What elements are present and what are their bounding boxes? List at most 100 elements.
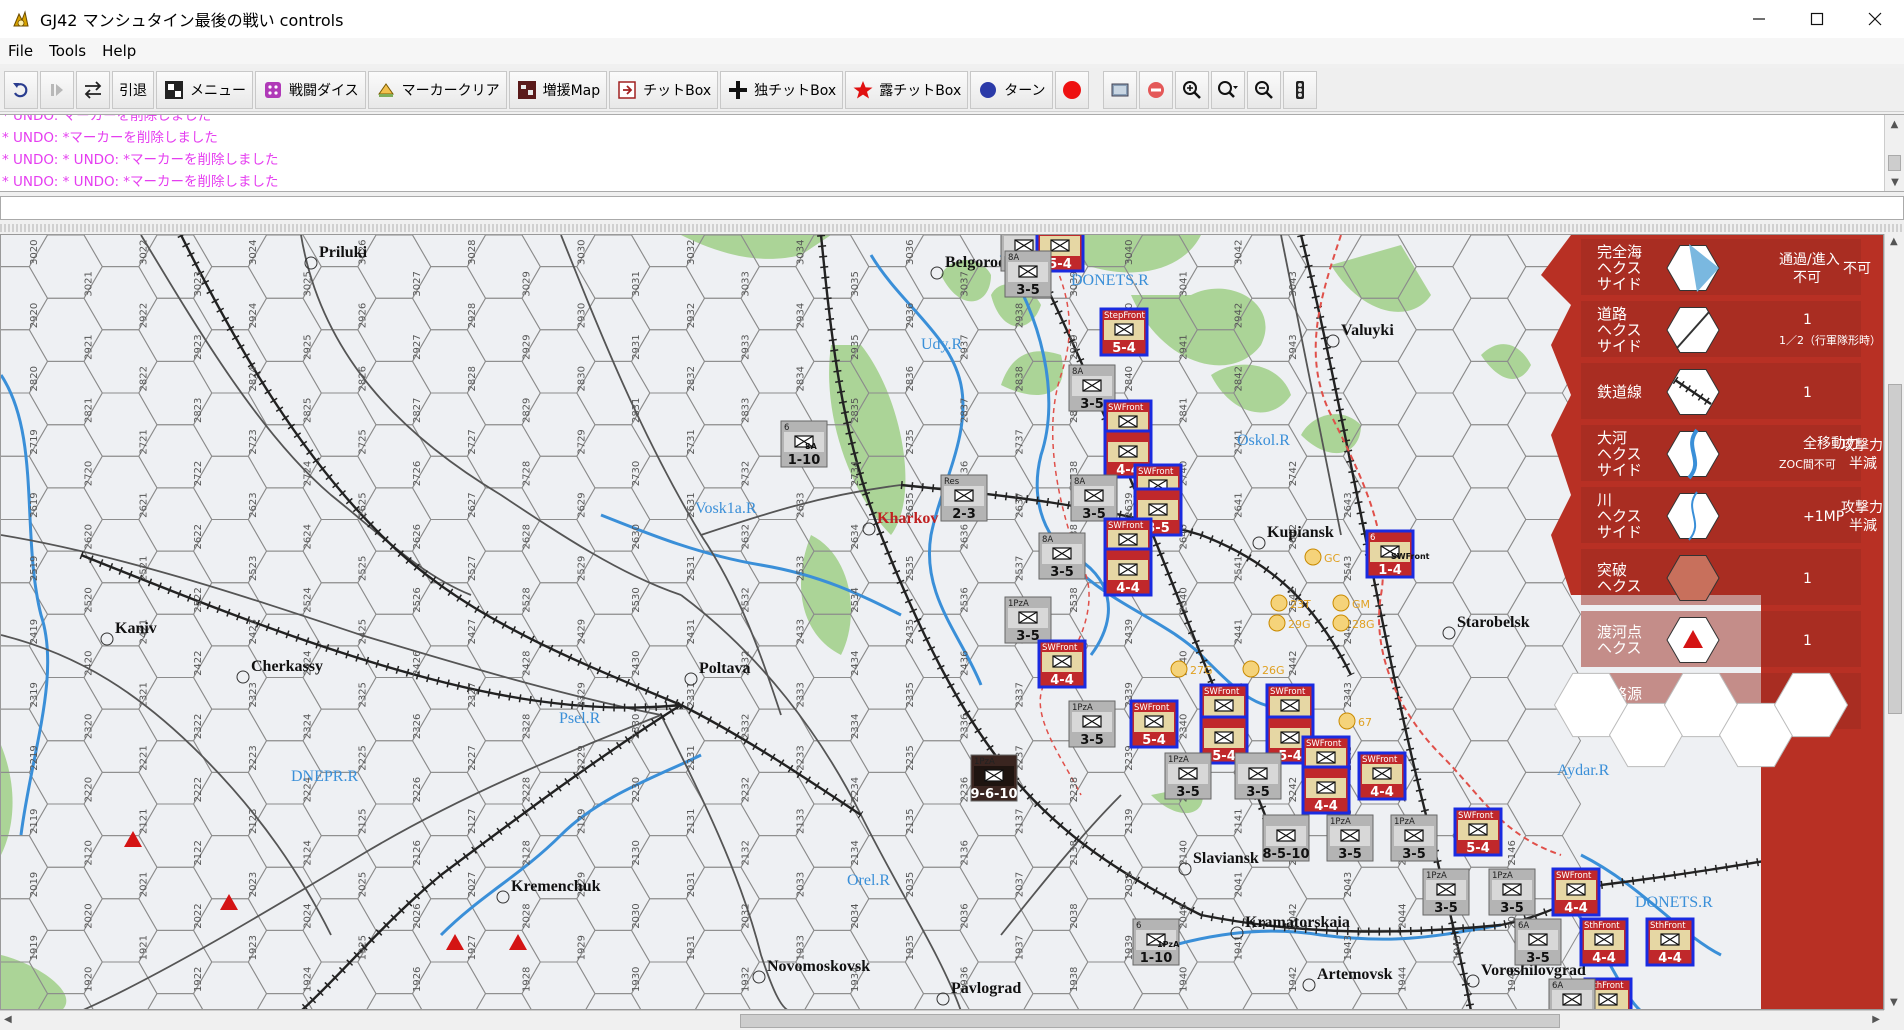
menu-button[interactable]: メニュー bbox=[156, 70, 253, 109]
chit-box-button[interactable]: チットBox bbox=[609, 70, 719, 109]
hex-number: 2120 bbox=[84, 840, 95, 865]
unit-header: SthFront bbox=[1650, 921, 1686, 931]
chat-line: * UNDO: * UNDO: *マーカーを削除しました bbox=[2, 174, 279, 190]
unit-counter[interactable]: Res 2-3 bbox=[940, 474, 988, 522]
unit-counter[interactable]: 4-4 bbox=[1103, 547, 1153, 597]
unit-counter[interactable]: SWFront 4-4 bbox=[1037, 639, 1087, 689]
unit-counter[interactable]: 1PzA 3-5 bbox=[1390, 814, 1438, 862]
unit-counter[interactable]: 1PzA 3-5 bbox=[1068, 700, 1116, 748]
combat-dice-button[interactable]: 戦闘ダイス bbox=[255, 70, 366, 109]
image-button[interactable] bbox=[1102, 70, 1137, 109]
scroll-down-icon[interactable]: ▼ bbox=[1885, 173, 1904, 191]
unit-strength: 4-4 bbox=[1050, 673, 1074, 688]
unit-counter[interactable]: 4-4 bbox=[1301, 765, 1351, 815]
game-map[interactable]: 3020 3021 3022 3023 3024 3025 3026 3027 3028 3029… bbox=[0, 234, 1884, 1010]
sov-chit-box-button[interactable]: 露チットBox bbox=[845, 70, 969, 109]
combat-marker[interactable] bbox=[1332, 594, 1350, 612]
unit-counter[interactable]: 1PzA 9-6-10 bbox=[970, 754, 1018, 802]
scroll-up-icon[interactable]: ▲ bbox=[1890, 236, 1898, 247]
close-button[interactable] bbox=[1846, 0, 1904, 38]
hex-map[interactable]: 3020302130223023302430253026302730283029… bbox=[1, 235, 1884, 1010]
combat-marker[interactable] bbox=[1338, 712, 1356, 730]
combat-marker[interactable] bbox=[1332, 614, 1350, 632]
hex-number: 2833 bbox=[741, 398, 752, 423]
unit-counter[interactable]: 6A 3-5 bbox=[1514, 918, 1562, 966]
stop-button[interactable] bbox=[1138, 70, 1173, 109]
unit-counter[interactable]: 1PzA 3-5 bbox=[1488, 868, 1536, 916]
unit-counter[interactable]: 6 1PzA 1-10 bbox=[1132, 918, 1180, 966]
menu-tools[interactable]: Tools bbox=[41, 42, 94, 60]
turn-button[interactable]: ターン bbox=[970, 70, 1053, 109]
swap-arrows-icon bbox=[82, 79, 104, 101]
unit-counter[interactable]: SWFront 4-4 bbox=[1357, 751, 1407, 801]
map-hscroll-thumb[interactable] bbox=[740, 1014, 1560, 1028]
zoom-select-button[interactable] bbox=[1210, 70, 1245, 109]
record-button[interactable] bbox=[1054, 70, 1089, 109]
minimize-button[interactable] bbox=[1730, 0, 1788, 38]
scroll-left-icon[interactable]: ◀ bbox=[4, 1014, 12, 1025]
hex-number: 2527 bbox=[467, 556, 478, 581]
unit-header: 1PzA bbox=[974, 757, 995, 767]
unit-header: 1PzA bbox=[1168, 755, 1189, 765]
chat-input[interactable] bbox=[0, 196, 1904, 220]
unit-counter[interactable]: 3-5 bbox=[1234, 752, 1282, 800]
unit-strength: 5-4 bbox=[1466, 841, 1490, 856]
maximize-button[interactable] bbox=[1788, 0, 1846, 38]
unit-counter[interactable]: 1PzA 3-5 bbox=[1164, 752, 1212, 800]
city-label: Belgorod bbox=[945, 254, 1007, 271]
hex-number: 2927 bbox=[412, 334, 423, 359]
map-vscroll-thumb[interactable] bbox=[1888, 384, 1902, 714]
hex-number: 2838 bbox=[1015, 366, 1026, 391]
unit-counter[interactable]: SthFront 4-4 bbox=[1579, 917, 1629, 967]
map-horizontal-scrollbar[interactable]: ◀ ▶ bbox=[0, 1010, 1884, 1030]
combat-marker[interactable] bbox=[1270, 594, 1288, 612]
unit-counter[interactable]: 1PzA 3-5 bbox=[1422, 868, 1470, 916]
unit-counter[interactable]: StepFront 5-4 bbox=[1099, 307, 1149, 357]
city-label: Kremenchuk bbox=[511, 878, 601, 895]
unit-strength: 3-5 bbox=[1246, 785, 1270, 800]
hex-number: 1943 bbox=[1343, 935, 1354, 960]
combat-marker[interactable] bbox=[1242, 660, 1260, 678]
combat-marker[interactable] bbox=[1268, 614, 1286, 632]
unit-strength: 3-5 bbox=[1080, 733, 1104, 748]
hex-number: 2038 bbox=[1069, 903, 1080, 928]
ger-chit-box-button[interactable]: 独チットBox bbox=[720, 70, 844, 109]
pane-splitter[interactable] bbox=[0, 224, 1904, 232]
scroll-up-icon[interactable]: ▲ bbox=[1885, 115, 1904, 133]
hex-number: 2932 bbox=[686, 303, 697, 328]
scroll-down-icon[interactable]: ▼ bbox=[1890, 997, 1898, 1008]
retreat-button[interactable]: 引退 bbox=[112, 70, 154, 109]
undo-button[interactable] bbox=[4, 70, 38, 109]
sync-button[interactable] bbox=[76, 70, 110, 109]
hex-number: 2536 bbox=[960, 587, 971, 612]
unit-counter[interactable]: 8A 3-5 bbox=[1070, 474, 1118, 522]
unit-strength: 3-5 bbox=[1016, 629, 1040, 644]
river-label: Oskol.R bbox=[1237, 432, 1290, 449]
unit-counter[interactable]: SthFront 4-4 bbox=[1645, 917, 1695, 967]
unit-counter[interactable]: 8A 3-5 bbox=[1004, 250, 1052, 298]
scroll-right-icon[interactable]: ▶ bbox=[1872, 1014, 1880, 1025]
menu-file[interactable]: File bbox=[0, 42, 41, 60]
unit-counter[interactable]: 6A bbox=[1548, 978, 1596, 1010]
map-vertical-scrollbar[interactable]: ▲ ▼ bbox=[1884, 234, 1904, 1010]
step-forward-button[interactable] bbox=[40, 70, 74, 109]
zoom-out-button[interactable] bbox=[1246, 70, 1281, 109]
chat-scrollbar[interactable]: ▲ ▼ bbox=[1884, 115, 1904, 191]
unit-counter[interactable]: SWFront 5-4 bbox=[1129, 699, 1179, 749]
unit-counter[interactable]: 6 8A 1-10 bbox=[780, 420, 828, 468]
zoom-in-button[interactable] bbox=[1174, 70, 1209, 109]
menu-help[interactable]: Help bbox=[94, 42, 144, 60]
unit-counter[interactable]: SWFront 4-4 bbox=[1551, 867, 1601, 917]
unit-counter[interactable]: 1PzA 3-5 bbox=[1004, 596, 1052, 644]
reinforce-map-button[interactable]: 増援Map bbox=[508, 70, 608, 109]
traffic-button[interactable] bbox=[1282, 70, 1317, 109]
unit-counter[interactable]: 8A 3-5 bbox=[1038, 532, 1086, 580]
combat-marker[interactable] bbox=[1170, 660, 1188, 678]
chat-scroll-thumb[interactable] bbox=[1888, 155, 1901, 171]
unit-counter[interactable]: SWFront 5-4 bbox=[1453, 807, 1503, 857]
marker-clear-button[interactable]: マーカークリア bbox=[367, 70, 507, 109]
combat-marker[interactable] bbox=[1304, 548, 1322, 566]
unit-counter[interactable]: 8-5-10 bbox=[1262, 814, 1310, 862]
unit-counter[interactable]: 1PzA 3-5 bbox=[1326, 814, 1374, 862]
hex-number: 2428 bbox=[522, 650, 533, 675]
